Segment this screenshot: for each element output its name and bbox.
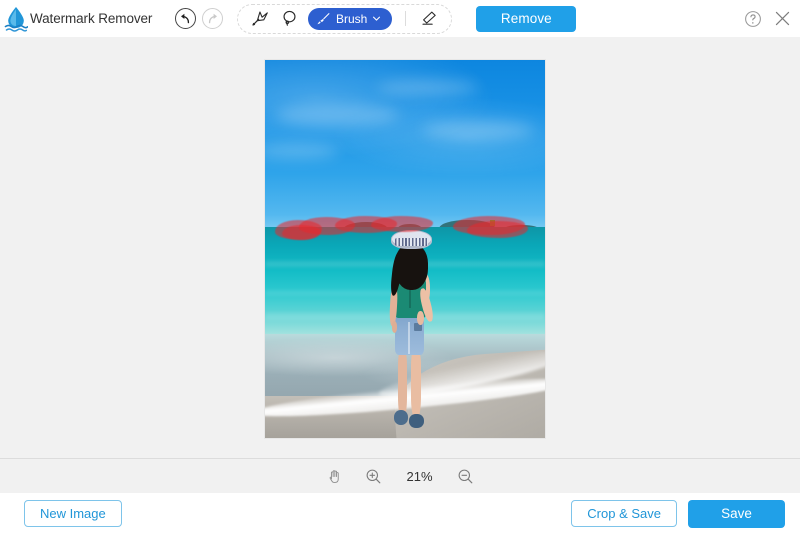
tool-separator [405,11,406,26]
zoom-in-icon [365,468,382,485]
brush-label: Brush [336,12,367,26]
eraser-icon [420,9,440,28]
photo-container[interactable] [265,60,545,438]
zoom-out-button[interactable] [456,467,476,487]
brush-mask-stroke [282,225,321,240]
question-circle-icon [744,10,762,28]
brush-mask-stroke [467,221,529,238]
brush-mask-stroke [371,216,433,232]
leg [411,352,420,416]
zoom-in-button[interactable] [364,467,384,487]
undo-arrow-icon [179,12,192,25]
help-button[interactable] [744,10,762,28]
bottom-action-bar: New Image Crop & Save Save [0,493,800,534]
shoe [409,414,424,428]
remove-button[interactable]: Remove [476,6,576,32]
zoom-out-icon [457,468,474,485]
lasso-tool[interactable] [276,7,302,31]
chevron-down-icon [372,14,381,23]
hair [395,244,428,290]
close-button[interactable] [774,10,791,27]
bottom-right-actions: Crop & Save Save [571,500,800,528]
magic-wand-icon [250,9,269,28]
redo-arrow-icon [206,12,219,25]
undo-button[interactable] [175,8,196,29]
person-figure [374,230,447,430]
sky-region [265,60,545,228]
brand: Watermark Remover [0,6,169,32]
tool-group: Brush [237,4,452,34]
cloud [377,80,478,95]
zoom-level-value: 21% [403,469,437,484]
beach-photo [265,60,545,438]
hand-pan-icon [326,468,343,485]
redo-button[interactable] [202,8,223,29]
magic-wand-tool[interactable] [246,7,272,31]
editor-canvas[interactable] [0,37,800,458]
history-controls [175,8,223,29]
lasso-icon [280,9,299,28]
bucket-hat [391,230,432,249]
water-drop-logo [4,6,28,32]
watermark-remover-app: Watermark Remover [0,0,800,534]
cloud [265,144,338,159]
paintbrush-icon [316,11,331,26]
crop-and-save-button[interactable]: Crop & Save [571,500,677,527]
zoom-toolbar: 21% [0,458,800,494]
top-toolbar: Watermark Remover [0,0,800,38]
new-image-button[interactable]: New Image [24,500,122,527]
cloud [422,121,534,140]
close-x-icon [774,10,791,27]
topbar-right-actions [744,10,800,28]
brush-tool-button[interactable]: Brush [308,8,392,30]
brand-name: Watermark Remover [30,11,152,26]
eraser-tool[interactable] [417,7,443,31]
pan-tool-button[interactable] [325,467,345,487]
leg [398,352,407,416]
save-button[interactable]: Save [688,500,785,528]
shoe [394,410,409,425]
cloud [276,104,399,126]
